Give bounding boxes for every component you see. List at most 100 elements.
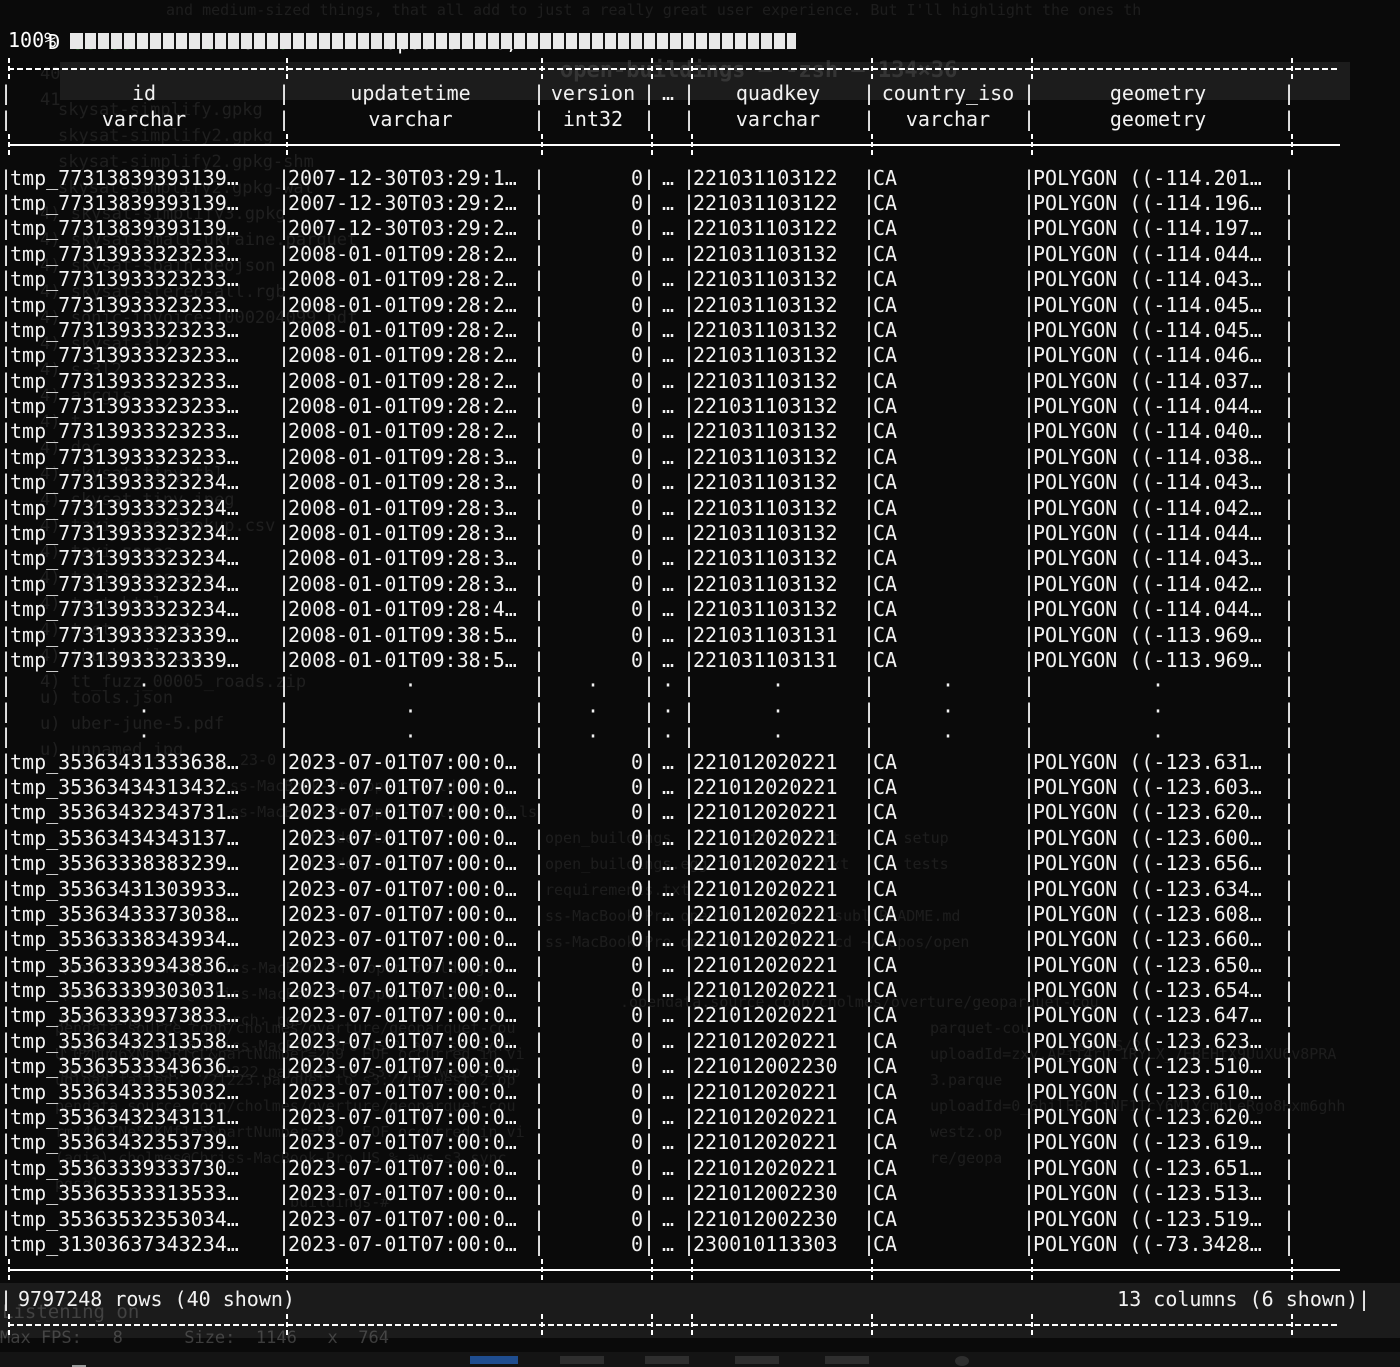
column-separator: | [643, 496, 653, 521]
cell-country_iso: CA [873, 546, 1023, 571]
column-separator: | [863, 216, 873, 241]
cell-geometry: POLYGON ((-114.042… [1033, 496, 1283, 521]
cell-id: tmp_77313933323233… [10, 394, 278, 419]
column-separator: | [278, 546, 288, 571]
cell-…: … [653, 445, 683, 470]
cell-updatetime: 2008-01-01T09:28:3… [288, 546, 533, 571]
cell-id: tmp_77313933323234… [10, 496, 278, 521]
border-tick [871, 1259, 873, 1281]
column-separator: | [0, 775, 10, 800]
column-separator: | [533, 673, 543, 698]
cell-…: … [653, 1054, 683, 1079]
column-separator: | [533, 81, 543, 106]
cell-updatetime: 2008-01-01T09:28:2… [288, 343, 533, 368]
cell-updatetime: 2023-07-01T07:00:0… [288, 775, 533, 800]
column-separator: | [0, 1207, 10, 1232]
column-separator: | [278, 572, 288, 597]
cell-quadkey: 221031103122 [693, 166, 863, 191]
column-separator: | [278, 902, 288, 927]
cell-id: tmp_35363433353032… [10, 1080, 278, 1105]
column-separator: | [1023, 470, 1033, 495]
column-separator: | [278, 419, 288, 444]
column-separator: | [533, 750, 543, 775]
cell-quadkey: 221012002230 [693, 1207, 863, 1232]
column-separator: | [0, 470, 10, 495]
column-separator: | [863, 826, 873, 851]
cell-version: 0 [543, 1181, 643, 1206]
column-separator: | [533, 902, 543, 927]
column-separator: | [863, 724, 873, 749]
column-separator: | [643, 826, 653, 851]
border-tick [651, 134, 653, 156]
column-separator: | [533, 953, 543, 978]
table-row: | tmp_77313933323234…| 2008-01-01T09:28:… [0, 546, 1400, 571]
column-separator: | [863, 521, 873, 546]
column-separator: | [683, 1054, 693, 1079]
cell-version: 0 [543, 953, 643, 978]
border-tick [8, 58, 10, 80]
column-separator: | [0, 927, 10, 952]
border-rule [8, 1269, 1340, 1271]
cell-quadkey: 221012020221 [693, 877, 863, 902]
column-separator: | [683, 1156, 693, 1181]
column-header-geometry: geometry [1033, 81, 1283, 106]
column-separator: | [1023, 1054, 1033, 1079]
cell-quadkey: 221031103122 [693, 191, 863, 216]
column-separator: | [683, 1232, 693, 1257]
column-separator: | [683, 419, 693, 444]
border-rule [8, 144, 1340, 146]
column-separator: | [1023, 775, 1033, 800]
column-separator: | [643, 623, 653, 648]
column-type-id: varchar [10, 107, 278, 132]
column-separator: | [0, 546, 10, 571]
cell-version: 0 [543, 927, 643, 952]
cell-country_iso: CA [873, 1003, 1023, 1028]
cell-country_iso: · [873, 699, 1023, 724]
column-separator: | [643, 369, 653, 394]
duckdb-terminal[interactable]: D select * from CA ORDER BY updatetime; … [0, 0, 1400, 1338]
column-separator: | [863, 394, 873, 419]
column-separator: | [863, 546, 873, 571]
cell-quadkey: 221012020221 [693, 1156, 863, 1181]
column-separator: | [533, 648, 543, 673]
table-row: | tmp_35363339333730…| 2023-07-01T07:00:… [0, 1156, 1400, 1181]
cell-…: … [653, 572, 683, 597]
cell-version: 0 [543, 1232, 643, 1257]
progress-percent-label: 100% [8, 28, 56, 53]
cell-id: tmp_35363434313432… [10, 775, 278, 800]
column-separator: | [533, 216, 543, 241]
column-separator: | [1283, 318, 1293, 343]
table-row: | tmp_77313933323233…| 2008-01-01T09:28:… [0, 242, 1400, 267]
cell-version: 0 [543, 750, 643, 775]
column-separator: | [683, 623, 693, 648]
column-separator: | [0, 521, 10, 546]
cell-version: 0 [543, 166, 643, 191]
cell-id: tmp_35363339373833… [10, 1003, 278, 1028]
column-separator: | [0, 1029, 10, 1054]
column-separator: | [533, 1181, 543, 1206]
cell-country_iso: CA [873, 927, 1023, 952]
cell-country_iso: CA [873, 1080, 1023, 1105]
bottom-prompt-line[interactable]: D [0, 1336, 86, 1364]
column-separator: | [863, 267, 873, 292]
column-separator: | [643, 724, 653, 749]
column-separator: | [863, 343, 873, 368]
column-separator: | [1283, 750, 1293, 775]
column-separator: | [0, 597, 10, 622]
column-separator: | [643, 470, 653, 495]
cell-…: … [653, 166, 683, 191]
column-separator: | [1283, 546, 1293, 571]
column-separator: | [863, 877, 873, 902]
table-row: | ·| ·| ·| ·| ·| ·| ·| [0, 673, 1400, 698]
cell-quadkey: 221031103132 [693, 546, 863, 571]
column-separator: | [1023, 496, 1033, 521]
cell-country_iso: CA [873, 902, 1023, 927]
column-separator: | [683, 826, 693, 851]
cell-geometry: POLYGON ((-123.620… [1033, 1105, 1283, 1130]
cell-geometry: POLYGON ((-114.040… [1033, 419, 1283, 444]
cell-quadkey: 221031103122 [693, 216, 863, 241]
table-row: | tmp_35363434343137…| 2023-07-01T07:00:… [0, 826, 1400, 851]
table-row: | tmp_35363338343934…| 2023-07-01T07:00:… [0, 927, 1400, 952]
column-separator: | [0, 1130, 10, 1155]
column-separator: | [0, 572, 10, 597]
